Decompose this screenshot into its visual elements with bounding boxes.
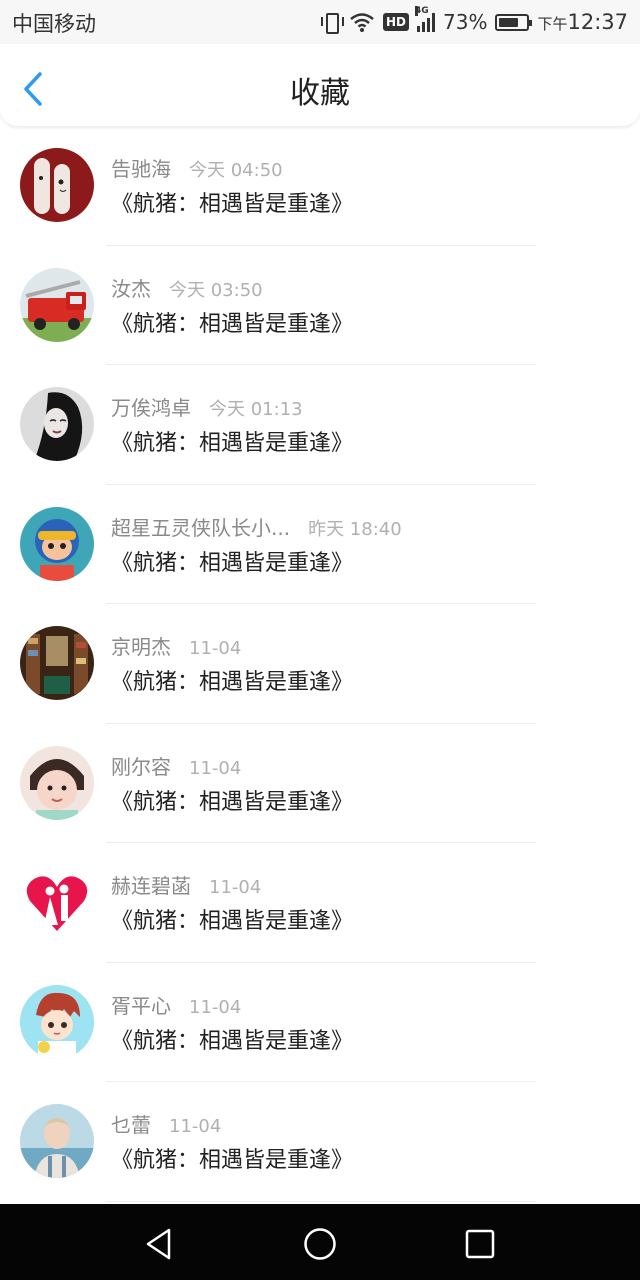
battery-fill (499, 17, 519, 27)
status-bar: 中国移动 HD 4G 73% 下午 12:37 (0, 0, 640, 44)
item-meta: 告驰海 今天 04:50 (111, 153, 283, 182)
item-time: 11-04 (189, 638, 242, 659)
avatar-fire-truck-photo (20, 267, 94, 342)
user-name[interactable]: 胥平心 (111, 990, 171, 1019)
item-content: 《航猪：相遇皆是重逢》 (111, 1028, 354, 1054)
item-time: 11-04 (209, 877, 262, 898)
item-time: 今天 01:13 (209, 399, 303, 420)
user-name[interactable]: 万俟鸿卓 (111, 392, 191, 421)
avatar-cartoon-hero-photo (20, 506, 94, 581)
square-recents-icon (465, 1229, 495, 1259)
avatar-heart-couple-icon (20, 865, 94, 939)
divider (106, 1200, 536, 1202)
avatar[interactable] (20, 506, 94, 581)
avatar[interactable] (20, 267, 94, 342)
system-back-button[interactable] (140, 1224, 180, 1264)
battery-percent: 73% (443, 10, 488, 34)
system-home-button[interactable] (300, 1224, 340, 1264)
avatar[interactable] (20, 745, 94, 820)
list-item-6[interactable]: 刚尔容 11-04 《航猪：相遇皆是重逢》 (0, 724, 640, 843)
signal-icon: 4G (415, 6, 435, 32)
item-time: 昨天 18:40 (308, 518, 402, 540)
item-meta: 超星五灵侠队长小... 昨天 18:40 (111, 512, 402, 541)
list-item-4[interactable]: 超星五灵侠队长小... 昨天 18:40 《航猪：相遇皆是重逢》 (0, 485, 640, 604)
list-item-8[interactable]: 胥平心 11-04 《航猪：相遇皆是重逢》 (0, 963, 640, 1082)
item-content: 《航猪：相遇皆是重逢》 (111, 670, 354, 695)
item-meta: 胥平心 11-04 (111, 990, 241, 1019)
user-name[interactable]: 汝杰 (111, 273, 151, 302)
item-content: 《航猪：相遇皆是重逢》 (111, 1148, 354, 1173)
user-name[interactable]: 京明杰 (111, 631, 171, 660)
list-item-7[interactable]: 赫连碧菡 11-04 《航猪：相遇皆是重逢》 (0, 843, 640, 963)
system-recents-button[interactable] (460, 1224, 500, 1264)
user-name[interactable]: 乜蕾 (111, 1109, 151, 1138)
avatar-bookstore-photo (20, 626, 94, 700)
avatar[interactable] (20, 984, 94, 1059)
item-meta: 乜蕾 11-04 (111, 1109, 221, 1138)
user-name[interactable]: 赫连碧菡 (111, 870, 191, 899)
list-item-9[interactable]: 乜蕾 11-04 《航猪：相遇皆是重逢》 (0, 1082, 640, 1202)
status-icons: HD 4G 73% 下午 12:37 (320, 6, 628, 36)
item-content: 《航猪：相遇皆是重逢》 (111, 311, 354, 337)
avatar[interactable] (20, 1104, 94, 1178)
list-item-5[interactable]: 京明杰 11-04 《航猪：相遇皆是重逢》 (0, 604, 640, 724)
user-name[interactable]: 超星五灵侠队长小... (111, 512, 290, 541)
item-content: 《航猪：相遇皆是重逢》 (111, 192, 354, 217)
system-nav-bar (0, 1204, 640, 1280)
circle-home-icon (304, 1228, 336, 1260)
item-time: 今天 03:50 (169, 279, 263, 301)
item-content: 《航猪：相遇皆是重逢》 (111, 789, 354, 815)
item-time: 今天 04:50 (189, 160, 283, 181)
clock-time: 12:37 (567, 10, 628, 34)
carrier-label: 中国移动 (12, 12, 96, 36)
avatar[interactable] (20, 865, 94, 939)
item-meta: 万俟鸿卓 今天 01:13 (111, 392, 303, 421)
avatar-child-photo (20, 745, 94, 820)
item-meta: 赫连碧菡 11-04 (111, 870, 261, 899)
battery-icon (495, 13, 533, 31)
item-time: 11-04 (189, 757, 242, 779)
nav-bar: 收藏 (0, 44, 640, 126)
favorites-list: 告驰海 今天 04:50 《航猪：相遇皆是重逢》 汝杰 今天 03:50 《航猪… (0, 126, 640, 1204)
item-meta: 汝杰 今天 03:50 (111, 273, 263, 302)
network-type-label: 4G (415, 6, 429, 16)
list-item-2[interactable]: 汝杰 今天 03:50 《航猪：相遇皆是重逢》 (0, 246, 640, 365)
item-time: 11-04 (169, 1116, 222, 1137)
item-meta: 刚尔容 11-04 (111, 751, 241, 780)
avatar-dark-red-photo (20, 148, 94, 222)
avatar[interactable] (20, 626, 94, 700)
item-content: 《航猪：相遇皆是重逢》 (111, 909, 354, 934)
item-content: 《航猪：相遇皆是重逢》 (111, 431, 354, 456)
avatar-woman-bw-photo (20, 387, 94, 461)
item-meta: 京明杰 11-04 (111, 631, 241, 660)
avatar[interactable] (20, 148, 94, 222)
vibrate-icon (320, 11, 344, 34)
item-content: 《航猪：相遇皆是重逢》 (111, 550, 354, 576)
list-item-1[interactable]: 告驰海 今天 04:50 《航猪：相遇皆是重逢》 (0, 126, 640, 246)
list-item-3[interactable]: 万俟鸿卓 今天 01:13 《航猪：相遇皆是重逢》 (0, 365, 640, 485)
clock-ampm: 下午 (537, 15, 568, 33)
user-name[interactable]: 告驰海 (111, 153, 171, 182)
hd-badge: HD (382, 13, 409, 31)
clock: 下午 12:37 (537, 10, 628, 34)
wifi-icon (350, 13, 374, 32)
triangle-back-icon (146, 1228, 171, 1260)
avatar-man-beach-photo (20, 1104, 94, 1178)
page-title: 收藏 (290, 76, 350, 111)
avatar[interactable] (20, 387, 94, 461)
avatar-anime-boy-photo (20, 984, 94, 1059)
item-time: 11-04 (189, 996, 242, 1018)
user-name[interactable]: 刚尔容 (111, 751, 171, 780)
